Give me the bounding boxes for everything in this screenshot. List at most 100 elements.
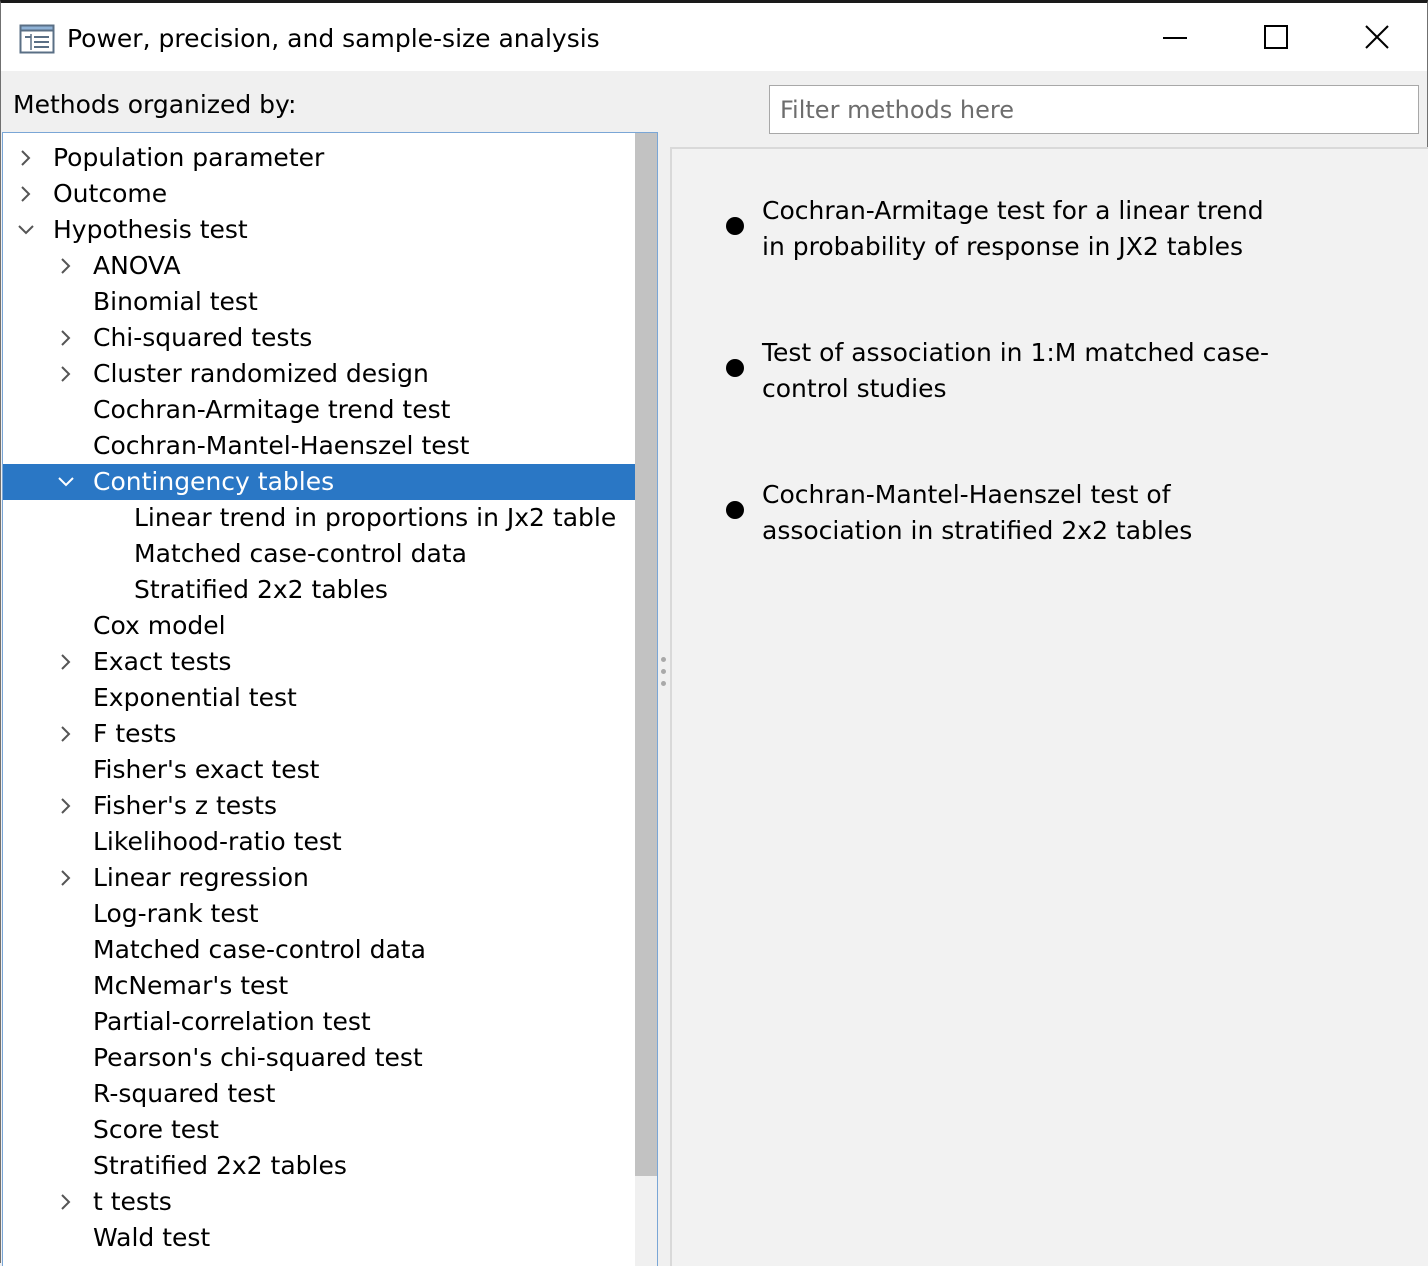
tree-item-label: Matched case-control data	[93, 935, 426, 964]
tree-item-hypothesis-test[interactable]: Hypothesis test	[3, 212, 635, 248]
tree-item-wald-test[interactable]: Wald test	[3, 1220, 635, 1256]
tree-item-partial-correlation-test[interactable]: Partial-correlation test	[3, 1004, 635, 1040]
tree-item-label: Score test	[93, 1115, 219, 1144]
chevron-down-icon[interactable]	[17, 221, 35, 239]
minimize-icon	[1163, 37, 1187, 39]
tree-item-matched-case-control-data[interactable]: Matched case-control data	[3, 536, 635, 572]
tree-item-binomial-test[interactable]: Binomial test	[3, 284, 635, 320]
tree-item-label: Chi-squared tests	[93, 323, 313, 352]
tree-item-label: Binomial test	[93, 287, 258, 316]
method-link[interactable]: Cochran-Armitage test for a linear trend…	[762, 193, 1282, 265]
bullet-icon	[726, 217, 744, 235]
tree-item-label: Fisher's exact test	[93, 755, 320, 784]
tree-item-exponential-test[interactable]: Exponential test	[3, 680, 635, 716]
chevron-down-icon[interactable]	[57, 473, 75, 491]
tree-item-label: Outcome	[53, 179, 168, 208]
tree-item-label: Stratified 2x2 tables	[93, 1151, 347, 1180]
tree-item-label: Partial-correlation test	[93, 1007, 371, 1036]
chevron-right-icon[interactable]	[17, 149, 35, 167]
chevron-right-icon[interactable]	[57, 329, 75, 347]
tree-item-f-tests[interactable]: F tests	[3, 716, 635, 752]
tree-item-label: F tests	[93, 719, 177, 748]
chevron-right-icon[interactable]	[57, 1193, 75, 1211]
tree-item-cochran-mantel-haenszel-test[interactable]: Cochran-Mantel-Haenszel test	[3, 428, 635, 464]
tree-item-label: Matched case-control data	[134, 539, 467, 568]
bullet-icon	[726, 501, 744, 519]
tree-item-fisher-s-exact-test[interactable]: Fisher's exact test	[3, 752, 635, 788]
tree-item-matched-case-control-data[interactable]: Matched case-control data	[3, 932, 635, 968]
close-button[interactable]	[1327, 3, 1427, 71]
tree-item-likelihood-ratio-test[interactable]: Likelihood-ratio test	[3, 824, 635, 860]
tree-item-r-squared-test[interactable]: R-squared test	[3, 1076, 635, 1112]
tree-item-t-tests[interactable]: t tests	[3, 1184, 635, 1220]
tree-item-label: Wald test	[93, 1223, 211, 1252]
tree-item-label: Fisher's z tests	[93, 791, 277, 820]
minimize-button[interactable]	[1125, 3, 1225, 71]
tree-item-label: Hypothesis test	[53, 215, 248, 244]
tree-item-mcnemar-s-test[interactable]: McNemar's test	[3, 968, 635, 1004]
splitter-grip-dot	[661, 657, 666, 662]
tree-item-stratified-2x2-tables[interactable]: Stratified 2x2 tables	[3, 1148, 635, 1184]
panel-splitter[interactable]	[658, 643, 670, 703]
chevron-right-icon[interactable]	[57, 797, 75, 815]
tree-item-label: Stratified 2x2 tables	[134, 575, 388, 604]
tree-scrollbar-thumb[interactable]	[635, 133, 657, 1176]
tree-item-label: Likelihood-ratio test	[93, 827, 342, 856]
tree-item-label: Log-rank test	[93, 899, 259, 928]
chevron-right-icon[interactable]	[57, 869, 75, 887]
tree-item-label: Linear trend in proportions in Jx2 table	[134, 503, 617, 532]
tree-item-label: Exact tests	[93, 647, 232, 676]
method-link[interactable]: Cochran-Mantel-Haenszel test of associat…	[762, 477, 1282, 549]
tree-item-contingency-tables[interactable]: Contingency tables	[3, 464, 635, 500]
tree-item-anova[interactable]: ANOVA	[3, 248, 635, 284]
tree-item-outcome[interactable]: Outcome	[3, 176, 635, 212]
chevron-right-icon[interactable]	[57, 725, 75, 743]
tree-item-label: Pearson's chi-squared test	[93, 1043, 423, 1072]
method-link[interactable]: Test of association in 1:M matched case-…	[762, 335, 1282, 407]
tree-item-label: Exponential test	[93, 683, 297, 712]
methods-detail-panel: Cochran-Armitage test for a linear trend…	[670, 147, 1428, 1266]
tree-item-label: R-squared test	[93, 1079, 276, 1108]
tree-item-score-test[interactable]: Score test	[3, 1112, 635, 1148]
tree-item-label: Population parameter	[53, 143, 325, 172]
chevron-right-icon[interactable]	[57, 365, 75, 383]
window-title: Power, precision, and sample-size analys…	[67, 24, 600, 53]
title-bar[interactable]: Power, precision, and sample-size analys…	[1, 3, 1427, 71]
tree-item-exact-tests[interactable]: Exact tests	[3, 644, 635, 680]
tree-item-linear-regression[interactable]: Linear regression	[3, 860, 635, 896]
chevron-right-icon[interactable]	[57, 653, 75, 671]
tree-item-label: Contingency tables	[93, 467, 335, 496]
bullet-icon	[726, 359, 744, 377]
chevron-right-icon[interactable]	[57, 257, 75, 275]
tree-item-label: Cluster randomized design	[93, 359, 429, 388]
tree-item-label: Linear regression	[93, 863, 309, 892]
methods-tree[interactable]: Population parameter Outcome Hypothesis te…	[2, 132, 658, 1266]
splitter-grip-dot	[661, 669, 666, 674]
tree-item-label: Cochran-Mantel-Haenszel test	[93, 431, 470, 460]
tree-item-label: McNemar's test	[93, 971, 289, 1000]
methods-organized-label: Methods organized by:	[13, 90, 297, 119]
tree-item-log-rank-test[interactable]: Log-rank test	[3, 896, 635, 932]
tree-item-population-parameter[interactable]: Population parameter	[3, 140, 635, 176]
tree-item-label: Cox model	[93, 611, 226, 640]
close-icon	[1365, 25, 1389, 49]
tree-item-label: ANOVA	[93, 251, 181, 280]
splitter-grip-dot	[661, 681, 666, 686]
tree-item-chi-squared-tests[interactable]: Chi-squared tests	[3, 320, 635, 356]
maximize-icon	[1264, 25, 1288, 49]
tree-item-cox-model[interactable]: Cox model	[3, 608, 635, 644]
chevron-right-icon[interactable]	[17, 185, 35, 203]
window-app-icon	[19, 24, 55, 54]
tree-item-pearson-s-chi-squared-test[interactable]: Pearson's chi-squared test	[3, 1040, 635, 1076]
tree-item-label: Cochran-Armitage trend test	[93, 395, 451, 424]
tree-item-linear-trend-in-proportions-in-jx2-table[interactable]: Linear trend in proportions in Jx2 table	[3, 500, 635, 536]
tree-item-stratified-2x2-tables[interactable]: Stratified 2x2 tables	[3, 572, 635, 608]
tree-item-fisher-s-z-tests[interactable]: Fisher's z tests	[3, 788, 635, 824]
filter-methods-input[interactable]	[769, 85, 1419, 134]
tree-item-label: t tests	[93, 1187, 172, 1216]
maximize-button[interactable]	[1226, 3, 1326, 71]
tree-item-cluster-randomized-design[interactable]: Cluster randomized design	[3, 356, 635, 392]
tree-list: Population parameter Outcome Hypothesis te…	[3, 140, 635, 1256]
tree-item-cochran-armitage-trend-test[interactable]: Cochran-Armitage trend test	[3, 392, 635, 428]
application-window: Power, precision, and sample-size analys…	[0, 0, 1428, 1266]
